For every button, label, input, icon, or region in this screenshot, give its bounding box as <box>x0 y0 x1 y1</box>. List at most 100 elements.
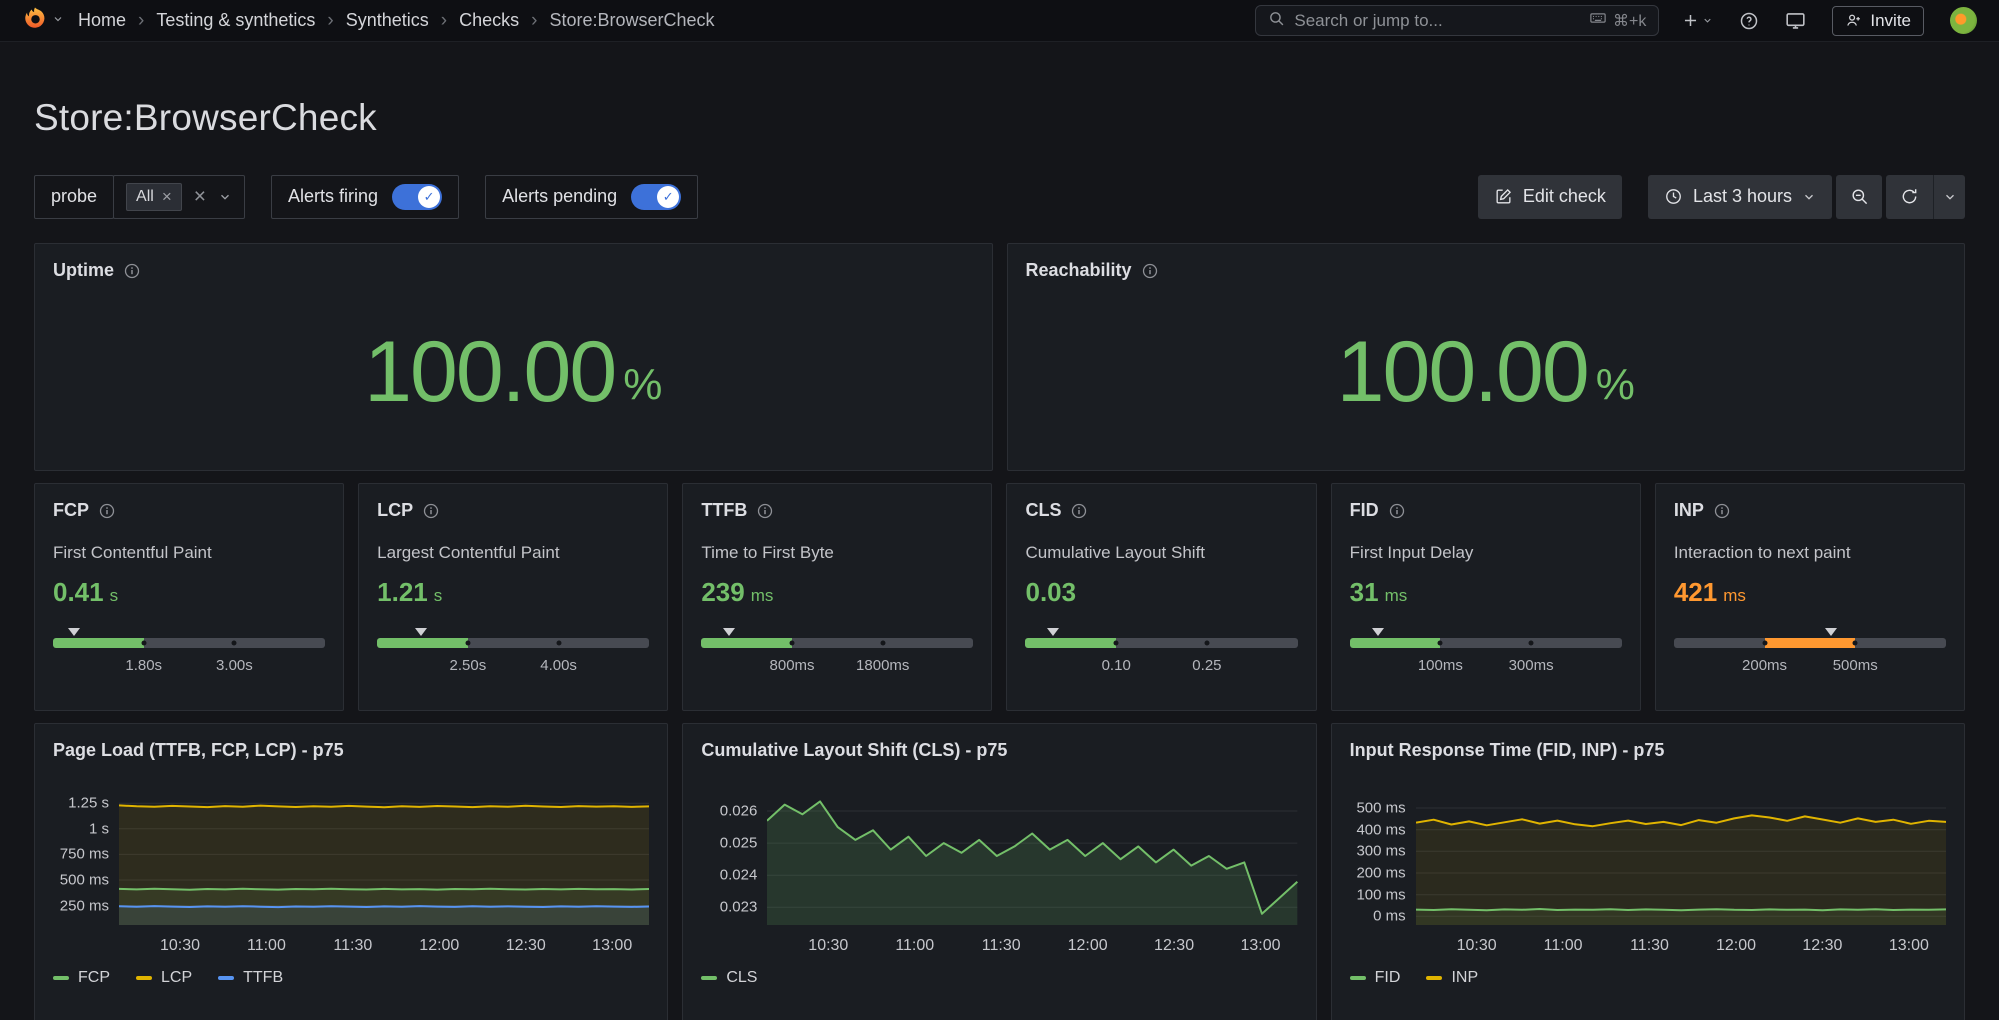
plot-area[interactable] <box>1416 795 1946 925</box>
gauge-threshold-label: 300ms <box>1509 657 1554 674</box>
plus-icon <box>1681 11 1700 30</box>
legend-item[interactable]: TTFB <box>218 969 283 987</box>
dashboard-toolbar: probe All × × Alerts firing ✓ Alerts pen… <box>34 174 1965 219</box>
chart-panel: Input Response Time (FID, INP) - p75 500… <box>1331 723 1965 1020</box>
gauge-threshold-label: 0.10 <box>1102 657 1131 674</box>
org-switcher[interactable] <box>22 5 64 36</box>
stats-row: Uptime 100.00% Reachability 100.00% <box>34 243 1965 471</box>
vital-value: 239ms <box>701 577 973 608</box>
gauge-pointer-icon <box>1372 628 1384 636</box>
user-avatar[interactable] <box>1950 7 1977 34</box>
breadcrumb-separator: › <box>327 10 333 32</box>
stat-value: 100.00% <box>1008 274 1965 470</box>
y-axis-label: 200 ms <box>1356 865 1405 882</box>
legend-item[interactable]: FID <box>1350 969 1401 987</box>
gauge-threshold-label: 1.80s <box>125 657 162 674</box>
page-title: Store:BrowserCheck <box>34 94 1965 142</box>
x-axis-label: 11:00 <box>1544 937 1583 955</box>
breadcrumb-item[interactable]: Store:BrowserCheck <box>549 10 714 31</box>
x-axis-label: 11:30 <box>982 937 1021 955</box>
vital-panel: CLS Cumulative Layout Shift 0.03 0.10 0.… <box>1006 483 1316 711</box>
info-icon[interactable] <box>1714 503 1730 519</box>
probe-filter-chip[interactable]: All × <box>126 183 182 211</box>
alerts-firing-toggle[interactable]: ✓ <box>392 184 442 210</box>
x-axis-label: 11:00 <box>895 937 934 955</box>
refresh-button[interactable] <box>1886 175 1933 219</box>
help-icon <box>1739 11 1759 31</box>
legend-item[interactable]: LCP <box>136 969 192 987</box>
gauge-threshold-label: 100ms <box>1418 657 1463 674</box>
x-axis-label: 10:30 <box>160 937 200 955</box>
alerts-firing-control: Alerts firing ✓ <box>271 175 459 219</box>
top-nav: Home › Testing & synthetics › Synthetics › Che… <box>0 0 1999 42</box>
gauge-threshold-label: 500ms <box>1833 657 1878 674</box>
time-range-picker[interactable]: Last 3 hours <box>1648 175 1832 219</box>
y-axis-label: 0.026 <box>720 802 758 819</box>
info-icon[interactable] <box>1071 503 1087 519</box>
x-axis-label: 11:30 <box>1630 937 1669 955</box>
chart-legend: FID INP <box>1350 969 1946 987</box>
legend-item[interactable]: FCP <box>53 969 110 987</box>
vital-subtitle: First Input Delay <box>1350 543 1622 563</box>
plot-area[interactable] <box>767 795 1297 925</box>
gauge-pointer-icon <box>1047 628 1059 636</box>
breadcrumb-item[interactable]: Synthetics <box>346 10 429 31</box>
info-icon[interactable] <box>99 503 115 519</box>
info-icon[interactable] <box>1389 503 1405 519</box>
vital-panel: LCP Largest Contentful Paint 1.21s 2.50s… <box>358 483 668 711</box>
remove-chip-icon[interactable]: × <box>162 188 172 205</box>
breadcrumb-item[interactable]: Testing & synthetics <box>156 10 315 31</box>
invite-label: Invite <box>1870 11 1911 31</box>
x-axis-label: 13:00 <box>1241 937 1281 955</box>
new-menu-button[interactable] <box>1681 11 1713 30</box>
x-axis-label: 11:00 <box>247 937 286 955</box>
zoom-out-button[interactable] <box>1836 175 1882 219</box>
x-axis-label: 12:00 <box>1716 937 1756 955</box>
chevron-down-icon[interactable] <box>52 12 64 30</box>
screen-share-button[interactable] <box>1785 10 1806 31</box>
chevron-down-icon <box>1802 190 1816 204</box>
y-axis: 1.25 s1 s750 ms500 ms250 ms <box>53 795 119 925</box>
legend-item[interactable]: INP <box>1426 969 1478 987</box>
legend-series-color <box>701 976 717 980</box>
gauge-threshold-label: 4.00s <box>540 657 577 674</box>
refresh-interval-dropdown[interactable] <box>1933 175 1965 219</box>
grafana-logo-icon[interactable] <box>22 5 48 36</box>
chart-legend: FCP LCP TTFB <box>53 969 649 987</box>
vital-gauge: 0.10 0.25 <box>1025 628 1297 677</box>
invite-button[interactable]: Invite <box>1832 6 1924 36</box>
probe-filter-chip-label: All <box>136 188 154 206</box>
breadcrumb-item[interactable]: Home <box>78 10 126 31</box>
search-input[interactable]: Search or jump to... ⌘+k <box>1255 5 1659 36</box>
edit-pencil-icon <box>1494 187 1513 206</box>
stat-panel: Uptime 100.00% <box>34 243 993 471</box>
info-icon[interactable] <box>757 503 773 519</box>
zoom-out-icon <box>1850 187 1869 206</box>
alerts-pending-toggle[interactable]: ✓ <box>631 184 681 210</box>
alerts-pending-control: Alerts pending ✓ <box>485 175 698 219</box>
edit-check-button[interactable]: Edit check <box>1478 175 1622 219</box>
help-button[interactable] <box>1739 11 1759 31</box>
vital-subtitle: Interaction to next paint <box>1674 543 1946 563</box>
gauge-pointer-icon <box>1825 628 1837 636</box>
vital-subtitle: Largest Contentful Paint <box>377 543 649 563</box>
dashboard-main: Store:BrowserCheck probe All × × Alerts … <box>0 94 1999 1020</box>
clear-filter-icon[interactable]: × <box>194 186 206 207</box>
breadcrumb-item[interactable]: Checks <box>459 10 519 31</box>
x-axis-label: 10:30 <box>808 937 848 955</box>
legend-item[interactable]: CLS <box>701 969 757 987</box>
vital-value: 421ms <box>1674 577 1946 608</box>
vital-panel: FCP First Contentful Paint 0.41s 1.80s 3… <box>34 483 344 711</box>
breadcrumb-separator: › <box>531 10 537 32</box>
plot-area[interactable] <box>119 795 649 925</box>
vitals-row: FCP First Contentful Paint 0.41s 1.80s 3… <box>34 483 1965 711</box>
chevron-down-icon <box>1702 15 1713 26</box>
vital-value: 31ms <box>1350 577 1622 608</box>
panel-title: TTFB <box>701 500 747 521</box>
probe-filter-select[interactable]: All × × <box>113 175 245 219</box>
breadcrumb-separator: › <box>138 10 144 32</box>
panel-title: FCP <box>53 500 89 521</box>
clock-icon <box>1664 187 1683 206</box>
info-icon[interactable] <box>423 503 439 519</box>
x-axis-label: 13:00 <box>592 937 632 955</box>
